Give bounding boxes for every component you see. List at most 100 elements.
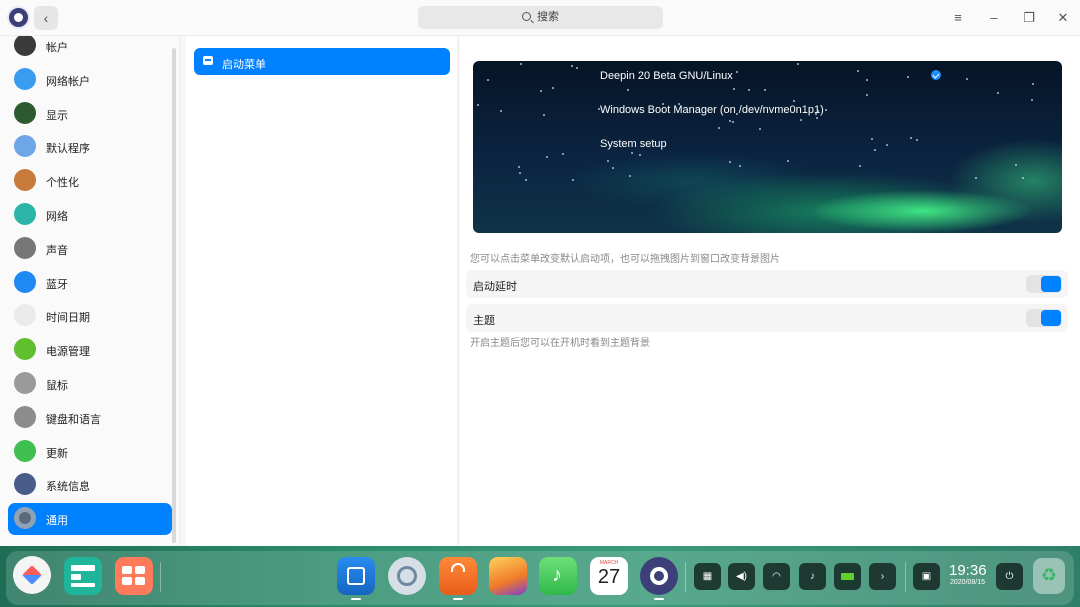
- boot-menu-settings: Deepin 20 Beta GNU/Linux Windows Boot Ma…: [460, 36, 1080, 546]
- display-icon: [14, 101, 36, 124]
- sidebar-item[interactable]: 声音: [8, 233, 172, 265]
- input-method-icon[interactable]: ▣: [913, 563, 940, 590]
- star-decoration: [543, 114, 545, 116]
- music-icon[interactable]: ♪: [539, 557, 577, 595]
- close-button[interactable]: ✕: [1051, 6, 1075, 30]
- star-decoration: [910, 137, 912, 139]
- sidebar-item[interactable]: 系统信息: [8, 469, 172, 501]
- clock-date[interactable]: 2020/08/15: [950, 579, 985, 586]
- notification-icon[interactable]: ♪: [799, 563, 826, 590]
- submenu-item-label: 启动菜单: [222, 59, 266, 71]
- toggle-knob: [1041, 310, 1061, 326]
- running-indicator: [351, 598, 361, 600]
- star-decoration: [629, 175, 631, 177]
- network-icon: [14, 203, 36, 225]
- default-check-icon: [931, 70, 941, 80]
- back-button[interactable]: ‹: [34, 6, 58, 30]
- calendar-icon[interactable]: MARCH 27: [590, 557, 628, 595]
- star-decoration: [546, 156, 548, 158]
- star-decoration: [662, 103, 664, 105]
- boot-entry-deepin[interactable]: Deepin 20 Beta GNU/Linux: [600, 70, 733, 82]
- dock-separator: [685, 562, 686, 592]
- star-decoration: [1015, 164, 1017, 166]
- app-store-icon[interactable]: [337, 557, 375, 595]
- star-decoration: [572, 179, 574, 181]
- sidebar-item[interactable]: 键盘和语言: [8, 402, 172, 434]
- sidebar-item[interactable]: 帐户: [8, 36, 172, 62]
- sidebar-item-label: 网络: [46, 211, 68, 223]
- keyboard-tray-icon[interactable]: ▦: [694, 563, 721, 590]
- toggle-knob: [1041, 276, 1061, 292]
- image-viewer-icon[interactable]: [489, 557, 527, 595]
- clock-icon: [14, 304, 36, 327]
- battery-icon[interactable]: [834, 563, 861, 590]
- multitasking-icon[interactable]: [64, 557, 102, 595]
- sidebar-item[interactable]: 通用: [8, 503, 172, 536]
- general-icon: [14, 507, 36, 530]
- sidebar-item[interactable]: 鼠标: [8, 368, 172, 400]
- calendar-day: 27: [597, 566, 621, 588]
- update-icon: [14, 439, 36, 462]
- boot-delay-row: 启动延时: [466, 270, 1068, 298]
- wifi-icon[interactable]: ◠: [763, 563, 790, 590]
- boot-menu-preview[interactable]: Deepin 20 Beta GNU/Linux Windows Boot Ma…: [473, 61, 1062, 233]
- boot-delay-toggle[interactable]: [1026, 275, 1062, 293]
- sidebar-item[interactable]: 网络: [8, 199, 172, 231]
- theme-toggle[interactable]: [1026, 309, 1062, 327]
- star-decoration: [733, 88, 735, 90]
- control-center-logo-icon: [7, 6, 30, 29]
- minimize-button[interactable]: –: [982, 6, 1006, 30]
- star-decoration: [817, 110, 819, 112]
- dock-separator: [160, 562, 161, 592]
- account-icon: [14, 36, 36, 56]
- sidebar-item-label: 鼠标: [46, 380, 68, 392]
- trash-icon[interactable]: ♻: [1033, 558, 1065, 594]
- launcher-icon[interactable]: [13, 556, 51, 594]
- sidebar-item[interactable]: 网络帐户: [8, 64, 172, 96]
- sidebar-item[interactable]: 时间日期: [8, 300, 172, 332]
- star-decoration: [729, 161, 731, 163]
- browser-icon[interactable]: [388, 557, 426, 595]
- sidebar-scrollbar[interactable]: [172, 48, 176, 543]
- sidebar-item[interactable]: 电源管理: [8, 334, 172, 366]
- clock-time[interactable]: 19:36: [949, 562, 987, 579]
- shopping-bag-icon[interactable]: [439, 557, 477, 595]
- submenu-panel: 启动菜单: [186, 36, 458, 546]
- boot-menu-hint: 您可以点击菜单改变默认启动项，也可以拖拽图片到窗口改变背景图片: [470, 254, 780, 265]
- power-icon[interactable]: ⏻: [996, 563, 1023, 590]
- star-decoration: [487, 79, 489, 81]
- mouse-icon: [14, 372, 36, 394]
- star-decoration: [552, 87, 554, 89]
- restore-button[interactable]: ❐: [1017, 6, 1041, 30]
- star-decoration: [997, 92, 999, 94]
- sidebar-item-label: 帐户: [46, 42, 68, 54]
- star-decoration: [520, 63, 522, 65]
- boot-delay-label: 启动延时: [473, 281, 517, 293]
- submenu-item-boot-menu[interactable]: 启动菜单: [194, 48, 450, 75]
- star-decoration: [975, 177, 977, 179]
- sidebar-item[interactable]: 默认程序: [8, 131, 172, 163]
- sidebar-item[interactable]: 蓝牙: [8, 267, 172, 299]
- star-decoration: [518, 166, 520, 168]
- star-decoration: [764, 89, 766, 91]
- sidebar-item-label: 声音: [46, 244, 68, 257]
- workspace-icon[interactable]: [115, 557, 153, 595]
- battery-icon: [14, 338, 36, 361]
- search-input[interactable]: 搜索: [418, 6, 663, 29]
- boot-entry-system-setup[interactable]: System setup: [600, 138, 667, 150]
- sidebar-item[interactable]: 更新: [8, 436, 172, 468]
- star-decoration: [787, 160, 789, 162]
- volume-icon[interactable]: ◀): [728, 563, 755, 590]
- menu-button[interactable]: ≡: [946, 6, 970, 30]
- sidebar-item[interactable]: 个性化: [8, 165, 172, 197]
- star-decoration: [1031, 99, 1033, 101]
- boot-entry-windows[interactable]: Windows Boot Manager (on /dev/nvme0n1p1): [600, 104, 824, 116]
- sidebar-item[interactable]: 显示: [8, 98, 172, 130]
- star-decoration: [678, 103, 680, 105]
- control-center-icon[interactable]: [640, 557, 678, 595]
- expand-tray-icon[interactable]: ›: [869, 563, 896, 590]
- star-decoration: [916, 139, 918, 141]
- star-decoration: [966, 78, 968, 80]
- sidebar: 帐户网络帐户 显示 默认程序 个性化网络声音蓝牙 时间日期 电源管理鼠标键盘和语言 更新 系统…: [0, 36, 180, 546]
- star-decoration: [729, 120, 731, 122]
